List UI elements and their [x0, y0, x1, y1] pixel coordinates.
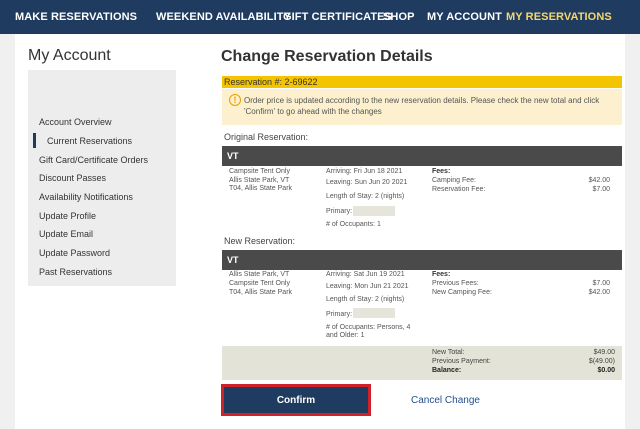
nav-weekend-availability[interactable]: WEEKEND AVAILABILITY: [156, 11, 291, 23]
sidebar-item-account-overview[interactable]: Account Overview: [39, 117, 112, 127]
sidebar-title: My Account: [28, 47, 111, 64]
original-fee-value: $7.00: [592, 186, 610, 193]
sidebar-item-update-profile[interactable]: Update Profile: [39, 211, 96, 221]
nav-gift-certificates[interactable]: GIFT CERTIFICATES: [283, 11, 392, 23]
original-primary-label: Primary:: [326, 208, 353, 215]
original-site-line-2: Allis State Park, VT: [229, 177, 290, 184]
new-fee-label: Previous Fees:: [432, 280, 479, 287]
new-fee-label: New Camping Fee:: [432, 289, 492, 296]
nav-make-reservations[interactable]: MAKE RESERVATIONS: [15, 11, 137, 23]
new-site-line-2: Campsite Tent Only: [229, 280, 290, 287]
original-fee-label: Reservation Fee:: [432, 186, 486, 193]
new-state-bar: VT: [222, 250, 622, 270]
nav-shop[interactable]: SHOP: [383, 11, 415, 23]
new-leaving: Leaving: Mon Jun 21 2021: [326, 283, 409, 290]
balance-label: Balance:: [432, 367, 462, 374]
original-state: VT: [227, 151, 239, 161]
top-navigation: MAKE RESERVATIONS WEEKEND AVAILABILITY G…: [0, 0, 640, 34]
sidebar-item-update-password[interactable]: Update Password: [39, 248, 110, 258]
original-site-line-1: Campsite Tent Only: [229, 168, 290, 175]
new-arriving: Arriving: Sat Jun 19 2021: [326, 271, 405, 278]
sidebar-item-availability-notifications[interactable]: Availability Notifications: [39, 192, 133, 202]
new-site-line-1: Allis State Park, VT: [229, 271, 290, 278]
sidebar-item-discount-passes[interactable]: Discount Passes: [39, 173, 106, 183]
page-content: My Account Account Overview Current Rese…: [15, 34, 625, 429]
previous-payment-value: $(49.00): [588, 358, 615, 365]
new-state: VT: [227, 255, 239, 265]
total-value: $49.00: [593, 349, 615, 356]
reservation-number-bar: Reservation #: 2-69622: [222, 76, 622, 88]
original-occupants: # of Occupants: 1: [326, 221, 381, 228]
original-state-bar: VT: [222, 146, 622, 166]
cancel-change-link[interactable]: Cancel Change: [411, 395, 480, 406]
original-reservation-label: Original Reservation:: [224, 132, 309, 142]
active-indicator: [33, 133, 36, 148]
new-fee-value: $42.00: [588, 289, 610, 296]
nav-my-account[interactable]: MY ACCOUNT: [427, 11, 502, 23]
original-arriving: Arriving: Fri Jun 18 2021: [326, 168, 403, 175]
confirm-button[interactable]: Confirm: [221, 384, 371, 416]
new-primary-label: Primary:: [326, 311, 353, 318]
new-site-line-3: T04, Allis State Park: [229, 289, 293, 296]
sidebar-item-current-reservations[interactable]: Current Reservations: [47, 136, 132, 146]
original-fee-label: Camping Fee:: [432, 177, 476, 184]
new-length: Length of Stay: 2 (nights): [326, 296, 405, 303]
original-fee-value: $42.00: [588, 177, 610, 184]
account-sidebar: Account Overview Current Reservations Gi…: [28, 70, 176, 286]
balance-value: $0.00: [597, 367, 615, 374]
sidebar-item-gift-card-orders[interactable]: Gift Card/Certificate Orders: [39, 155, 148, 165]
price-update-notice: ! Order price is updated according to th…: [222, 89, 622, 125]
notice-text: Order price is updated according to the …: [244, 96, 600, 116]
page-title: Change Reservation Details: [221, 48, 433, 65]
original-length: Length of Stay: 2 (nights): [326, 193, 405, 200]
new-fee-value: $7.00: [592, 280, 610, 287]
new-occupants-line-2: and Older: 1: [326, 332, 365, 339]
original-fees-label: Fees:: [432, 168, 451, 175]
original-primary-value: [353, 206, 395, 216]
previous-payment-label: Previous Payment:: [432, 358, 491, 365]
totals-background: [222, 346, 432, 380]
reservation-number: Reservation #: 2-69622: [224, 77, 318, 87]
warning-icon: !: [229, 94, 241, 106]
nav-my-reservations[interactable]: MY RESERVATIONS: [506, 11, 612, 23]
original-site-line-3: T04, Allis State Park: [229, 185, 293, 192]
new-primary-value: [353, 308, 395, 318]
sidebar-item-update-email[interactable]: Update Email: [39, 229, 93, 239]
new-fees-label: Fees:: [432, 271, 451, 278]
new-reservation-label: New Reservation:: [224, 236, 296, 246]
sidebar-item-past-reservations[interactable]: Past Reservations: [39, 267, 112, 277]
new-occupants-line-1: # of Occupants: Persons, 4: [326, 324, 411, 331]
original-leaving: Leaving: Sun Jun 20 2021: [326, 179, 408, 186]
totals-panel: New Total: $49.00 Previous Payment: $(49…: [432, 346, 622, 380]
total-label: New Total:: [432, 349, 465, 356]
